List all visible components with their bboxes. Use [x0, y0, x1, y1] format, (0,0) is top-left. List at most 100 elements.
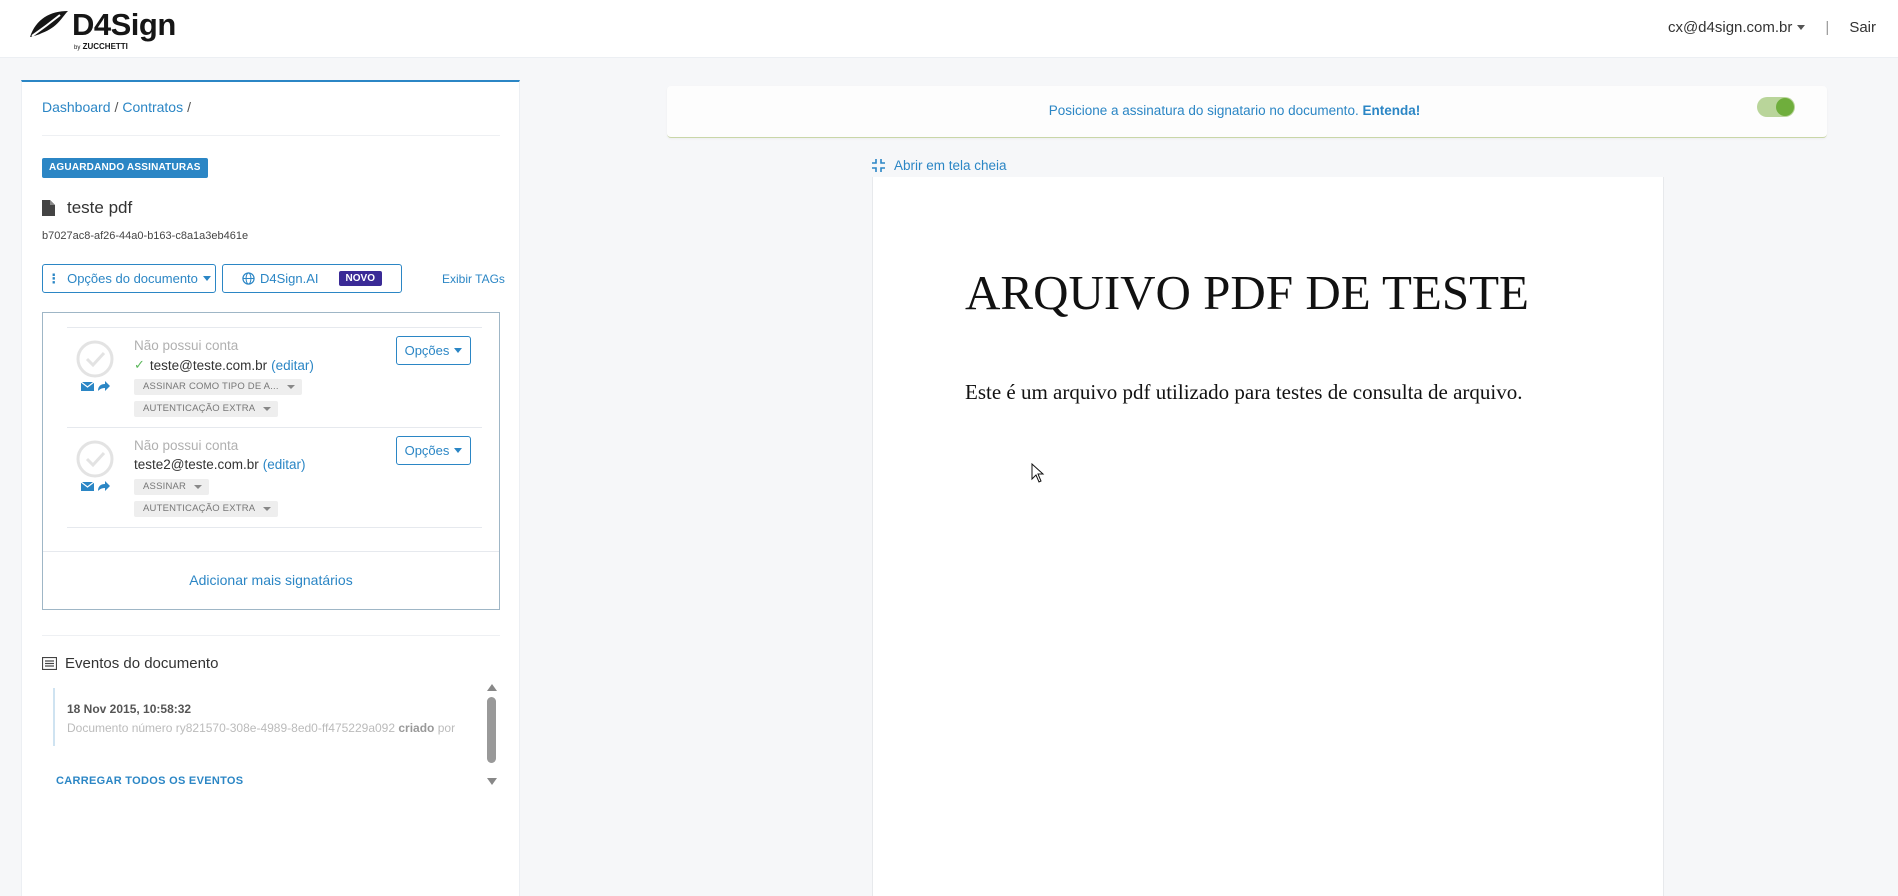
document-title: teste pdf	[42, 198, 132, 218]
header-separator: |	[1825, 19, 1830, 36]
events-scrollbar-thumb[interactable]	[487, 697, 496, 763]
banner-text: Posicione a assinatura do signatario no …	[667, 103, 1802, 118]
show-tags-link[interactable]: Exibir TAGs	[442, 272, 505, 286]
auth-dropdown[interactable]: AUTENTICAÇÃO EXTRA	[134, 401, 279, 417]
events-title: Eventos do documento	[65, 655, 219, 672]
caret-down-icon	[454, 348, 463, 353]
signer-email: teste2@teste.com.br (editar)	[134, 457, 306, 472]
breadcrumb-dashboard[interactable]: Dashboard	[42, 99, 111, 115]
caret-down-icon	[263, 507, 272, 511]
signer-row: Não possui conta ✓ teste@teste.com.br (e…	[67, 327, 482, 427]
logo-text: D4Sign	[72, 9, 176, 40]
document-id: b7027ac8-af26-44a0-b163-c8a1a3eb461e	[42, 230, 249, 242]
pdf-paragraph: Este é um arquivo pdf utilizado para tes…	[965, 380, 1523, 404]
sign-type-label: ASSINAR COMO TIPO DE A...	[143, 381, 279, 392]
top-header: D4Sign by ZUCCHETTI cx@d4sign.com.br | S…	[0, 0, 1898, 58]
logout-link[interactable]: Sair	[1849, 19, 1876, 36]
signer-email-text: teste2@teste.com.br	[134, 457, 259, 472]
document-name: teste pdf	[67, 198, 133, 217]
signature-position-toggle[interactable]	[1757, 97, 1795, 117]
caret-down-icon	[202, 276, 211, 281]
breadcrumb-separator: /	[187, 99, 191, 115]
signer-options-label: Opções	[404, 343, 450, 358]
sign-type-dropdown[interactable]: ASSINAR COMO TIPO DE A...	[134, 379, 302, 395]
logo-company: ZUCCHETTI	[82, 42, 128, 51]
logo-by: by	[74, 45, 81, 51]
signer-account-status: Não possui conta	[134, 438, 239, 453]
caret-down-icon	[194, 485, 203, 489]
document-sidebar: Dashboard / Contratos / AGUARDANDO ASSINATU…	[21, 80, 520, 896]
sign-type-label: ASSINAR	[143, 481, 187, 492]
load-all-events-link[interactable]: CARREGAR TODOS OS EVENTOS	[56, 775, 243, 787]
mouse-cursor-icon	[1031, 463, 1045, 483]
event-desc-suffix: por	[437, 721, 456, 735]
signer-actions	[81, 381, 110, 392]
breadcrumb-separator: /	[114, 99, 119, 115]
document-options-label: Opções do documento	[67, 271, 198, 286]
file-icon	[42, 200, 55, 216]
email-icon[interactable]	[81, 481, 94, 492]
signature-status-icon	[76, 440, 114, 478]
signer-options-button[interactable]: Opções	[396, 336, 471, 365]
logo-name: D4Sign	[72, 7, 176, 42]
signer-actions	[81, 481, 110, 492]
d4sign-ai-label: D4Sign.AI	[260, 271, 319, 286]
auth-label: AUTENTICAÇÃO EXTRA	[143, 503, 256, 514]
add-signers-link[interactable]: Adicionar mais signatários	[43, 572, 499, 588]
banner-message: Posicione a assinatura do signatario no …	[1048, 103, 1359, 118]
signature-info-banner: Posicione a assinatura do signatario no …	[667, 86, 1827, 138]
list-icon	[42, 657, 57, 670]
event-desc-action: criado	[398, 721, 435, 735]
divider	[67, 527, 482, 528]
events-heading: Eventos do documento	[42, 655, 218, 672]
sign-type-dropdown[interactable]: ASSINAR	[134, 479, 210, 495]
pdf-heading: ARQUIVO PDF DE TESTE	[965, 265, 1529, 320]
forward-icon[interactable]	[97, 481, 110, 492]
logo-subtitle: by ZUCCHETTI	[74, 42, 128, 51]
forward-icon[interactable]	[97, 381, 110, 392]
header-user-area: cx@d4sign.com.br | Sair	[1668, 19, 1876, 36]
caret-down-icon	[263, 407, 272, 411]
event-desc-text: Documento número ry821570-308e-4989-8ed0…	[67, 721, 396, 735]
signer-email-text: teste@teste.com.br	[149, 357, 268, 373]
divider	[42, 635, 500, 636]
fullscreen-link[interactable]: Abrir em tela cheia	[872, 158, 1007, 173]
banner-learn-link[interactable]: Entenda!	[1362, 103, 1420, 118]
signers-list: Não possui conta ✓ teste@teste.com.br (e…	[42, 312, 500, 610]
email-icon[interactable]	[81, 381, 94, 392]
status-badge: AGUARDANDO ASSINATURAS	[42, 158, 208, 178]
new-badge: NOVO	[338, 271, 382, 286]
signer-options-label: Opções	[404, 443, 450, 458]
vertical-dots-icon: ⋮	[47, 270, 60, 286]
edit-signer-link[interactable]: (editar)	[263, 457, 306, 472]
scroll-up-arrow-icon[interactable]	[487, 684, 497, 691]
breadcrumb: Dashboard / Contratos /	[42, 99, 195, 115]
caret-down-icon	[454, 448, 463, 453]
event-timeline-bar	[53, 688, 55, 746]
event-date: 18 Nov 2015, 10:58:32	[67, 702, 192, 716]
breadcrumb-contratos[interactable]: Contratos	[122, 99, 183, 115]
d4sign-ai-button[interactable]: D4Sign.AI NOVO	[222, 264, 402, 293]
check-icon: ✓	[134, 357, 145, 372]
compress-icon	[872, 159, 885, 172]
divider	[42, 135, 500, 136]
scroll-down-arrow-icon[interactable]	[487, 778, 497, 785]
event-description: Documento número ry821570-308e-4989-8ed0…	[67, 720, 480, 750]
auth-dropdown[interactable]: AUTENTICAÇÃO EXTRA	[134, 501, 279, 517]
caret-down-icon	[286, 385, 295, 389]
edit-signer-link[interactable]: (editar)	[271, 358, 314, 373]
signer-options-button[interactable]: Opções	[396, 436, 471, 465]
signer-email: ✓ teste@teste.com.br (editar)	[134, 357, 314, 373]
pdf-page[interactable]: ARQUIVO PDF DE TESTE Este é um arquivo p…	[872, 177, 1664, 896]
fullscreen-label: Abrir em tela cheia	[894, 158, 1007, 173]
document-options-button[interactable]: ⋮ Opções do documento	[42, 264, 216, 293]
leaf-logo-icon	[30, 11, 68, 37]
caret-down-icon	[1797, 25, 1806, 30]
signer-row: Não possui conta teste2@teste.com.br (ed…	[67, 427, 482, 527]
auth-label: AUTENTICAÇÃO EXTRA	[143, 403, 256, 414]
user-menu[interactable]: cx@d4sign.com.br	[1667, 19, 1806, 36]
signature-status-icon	[76, 340, 114, 378]
user-email: cx@d4sign.com.br	[1667, 19, 1793, 36]
toggle-knob	[1776, 98, 1794, 116]
globe-icon	[242, 272, 255, 285]
